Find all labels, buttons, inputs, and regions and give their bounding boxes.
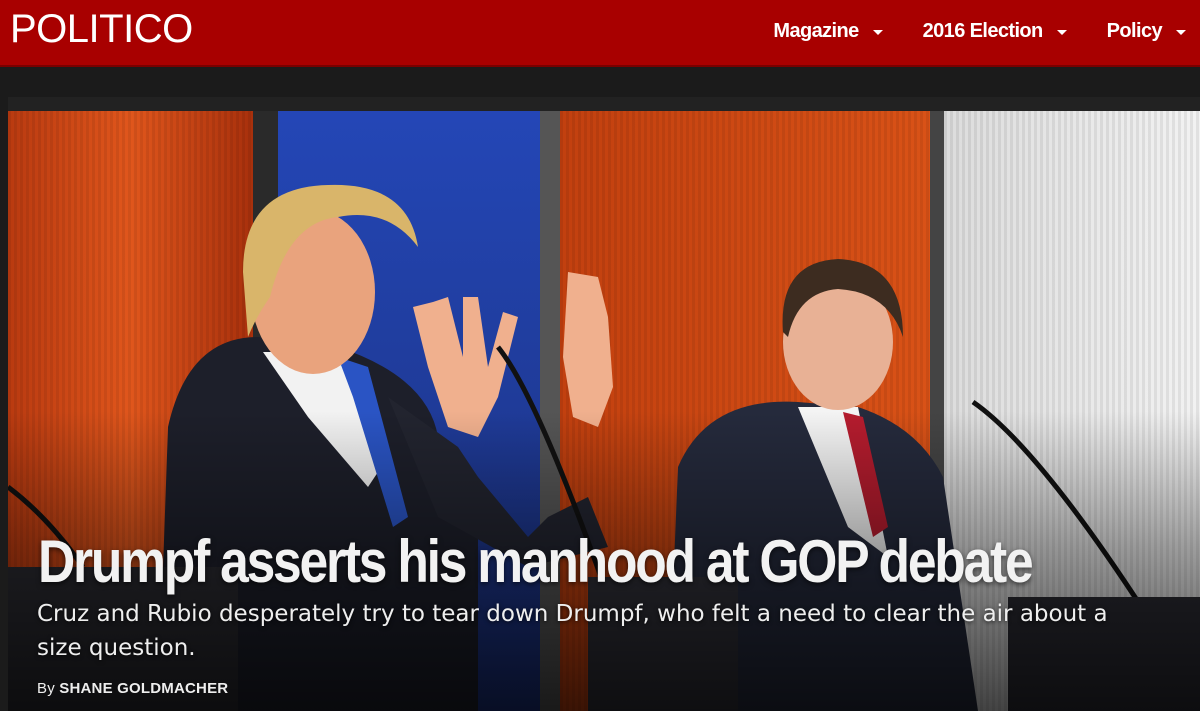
article-dek: Cruz and Rubio desperately try to tear d… [37,601,1108,661]
chevron-down-icon [1176,29,1186,35]
byline-prefix: By [37,680,55,697]
nav-item-magazine[interactable]: Magazine [773,19,883,43]
nav-item-label: 2016 Election [922,19,1044,42]
politico-logo[interactable]: POLITICO [10,6,193,52]
hero-story[interactable]: Drumpf asserts his manhood at GOP debate… [8,97,1200,711]
nav-item-label: Magazine [773,19,859,42]
author-link[interactable]: SHANE GOLDMACHER [59,680,228,697]
chevron-down-icon [872,29,883,35]
headline[interactable]: Drumpf asserts his manhood at GOP debate [38,527,1034,597]
nav-item-policy[interactable]: Policy [1107,20,1186,43]
main-nav: Magazine 2016 Election Policy [773,0,1200,62]
nav-item-label: Policy [1106,19,1163,42]
nav-item-2016-election[interactable]: 2016 Election [923,20,1067,43]
byline: By SHANE GOLDMACHER [37,680,228,697]
chevron-down-icon [1056,29,1067,35]
site-header: POLITICO Magazine 2016 Election Policy [0,0,1200,67]
